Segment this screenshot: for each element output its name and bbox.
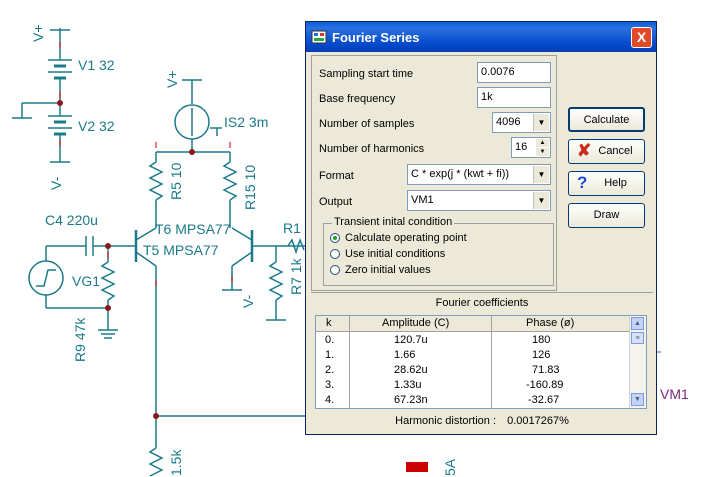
harmonic-distortion-line: Harmonic distortion : 0.0017267% [311, 415, 653, 427]
num-samples-value: 4096 [496, 116, 521, 128]
harmonic-distortion-value: 0.0017267% [507, 415, 569, 427]
cell-k: 3. [325, 379, 335, 391]
format-select[interactable]: C * exp(j * (kwt + fi)) ▼ [407, 164, 551, 185]
harmonic-distortion-label: Harmonic distortion : [395, 415, 497, 427]
chevron-down-icon: ▼ [533, 114, 549, 131]
fourier-series-dialog: Fourier Series X Sampling start time 0.0… [305, 21, 657, 435]
scroll-thumb[interactable]: ≡ [631, 332, 644, 344]
output-select[interactable]: VM1 ▼ [407, 190, 551, 211]
label-v1: V1 32 [78, 57, 115, 73]
label-v-plus-1: V+ [30, 24, 46, 42]
help-button-label: Help [604, 177, 627, 189]
help-button[interactable]: ? Help [568, 171, 645, 196]
radio-label: Zero initial values [345, 264, 431, 276]
radio-icon [330, 265, 340, 275]
num-harmonics-label: Number of harmonics [319, 143, 425, 155]
cell-phase: 71.83 [532, 364, 560, 376]
sampling-start-label: Sampling start time [319, 68, 414, 80]
output-value: VM1 [411, 194, 434, 206]
app-icon [311, 29, 327, 45]
label-r-bottom: 1.5k [168, 449, 184, 476]
num-harmonics-value: 16 [515, 141, 528, 153]
settings-panel: Sampling start time 0.0076 Base frequenc… [311, 55, 557, 291]
base-frequency-input[interactable]: 1k [477, 87, 551, 108]
cell-amplitude: 120.7u [394, 334, 428, 346]
help-question-icon: ? [577, 173, 588, 192]
cell-phase: 180 [532, 334, 551, 346]
transient-condition-group: Transient inital condition Calculate ope… [323, 216, 554, 286]
cell-phase: -32.67 [528, 394, 560, 406]
label-c4: C4 220u [45, 212, 98, 228]
label-r9: R9 47k [72, 317, 88, 362]
cell-phase: 126 [532, 349, 551, 361]
header-k: k [326, 317, 332, 329]
format-value: C * exp(j * (kwt + fi)) [411, 168, 510, 180]
radio-label: Calculate operating point [345, 232, 467, 244]
fourier-coefficients-title: Fourier coefficients [435, 297, 529, 309]
scroll-up-icon[interactable]: ▲ [631, 317, 644, 330]
column-divider [349, 316, 350, 408]
label-t6: T6 MPSA77 [155, 221, 231, 237]
chevron-down-icon: ▼ [533, 192, 549, 209]
label-v-minus-1: V- [48, 176, 64, 190]
label-v-plus-2: V+ [164, 70, 180, 88]
radio-selected-icon [330, 233, 340, 243]
label-bottom-partial: 5A [442, 458, 458, 476]
cell-amplitude: 28.62u [394, 364, 428, 376]
cell-k: 0. [325, 334, 335, 346]
output-label: Output [319, 196, 353, 208]
close-button[interactable]: X [631, 27, 652, 48]
calculate-button-label: Calculate [583, 114, 630, 126]
cell-k: 1. [325, 349, 335, 361]
label-vm1: VM1 [660, 386, 689, 402]
label-v2: V2 32 [78, 118, 115, 134]
format-label: Format [319, 170, 354, 182]
radio-icon [330, 249, 340, 259]
cell-amplitude: 1.66 [394, 349, 416, 361]
label-r7: R7 1k [288, 258, 304, 295]
close-icon: X [636, 29, 647, 45]
spin-up-icon[interactable]: ▲ [536, 139, 549, 147]
label-r1-partial: R1 [283, 220, 301, 236]
radio-label: Use initial conditions [345, 248, 446, 260]
fourier-coefficients-panel: Fourier coefficients k Amplitude (C) Pha… [311, 292, 653, 431]
label-r15: R15 10 [242, 164, 258, 210]
radio-use-initial-conditions[interactable]: Use initial conditions [330, 248, 445, 260]
cell-k: 2. [325, 364, 335, 376]
num-samples-select[interactable]: 4096 ▼ [492, 112, 551, 133]
label-r5: R5 10 [168, 162, 184, 200]
draw-button[interactable]: Draw [568, 203, 645, 228]
cell-k: 4. [325, 394, 335, 406]
sampling-start-input[interactable]: 0.0076 [477, 62, 551, 83]
transient-condition-title: Transient inital condition [332, 216, 455, 228]
cell-amplitude: 67.23n [394, 394, 428, 406]
label-vg1: VG1 [72, 273, 101, 289]
radio-zero-initial-values[interactable]: Zero initial values [330, 264, 431, 276]
label-v-minus-2: V- [240, 294, 256, 308]
chevron-down-icon: ▼ [533, 166, 549, 183]
header-amplitude: Amplitude (C) [382, 317, 450, 329]
table-header: k Amplitude (C) Phase (ø) [316, 316, 630, 332]
num-samples-label: Number of samples [319, 118, 415, 130]
dialog-title: Fourier Series [332, 30, 420, 45]
cancel-button[interactable]: ✘ Cancel [568, 139, 645, 164]
coefficients-table[interactable]: k Amplitude (C) Phase (ø) 0. 120.7u 180 … [315, 315, 647, 409]
num-harmonics-stepper[interactable]: 16 ▲ ▼ [511, 137, 551, 158]
cell-amplitude: 1.33u [394, 379, 422, 391]
calculate-button[interactable]: Calculate [568, 107, 645, 132]
radio-calculate-operating-point[interactable]: Calculate operating point [330, 232, 467, 244]
label-is2: IS2 3m [224, 114, 269, 130]
cancel-x-icon: ✘ [577, 141, 592, 160]
base-frequency-label: Base frequency [319, 93, 396, 105]
draw-button-label: Draw [593, 209, 620, 221]
scroll-down-icon[interactable]: ▼ [631, 393, 644, 406]
spin-down-icon[interactable]: ▼ [536, 148, 549, 156]
label-t5: T5 MPSA77 [143, 242, 219, 258]
column-divider [491, 316, 492, 408]
header-phase: Phase (ø) [526, 317, 575, 329]
dialog-titlebar[interactable]: Fourier Series X [306, 22, 656, 52]
cell-phase: -160.89 [526, 379, 564, 391]
table-scrollbar[interactable]: ▲ ≡ ▼ [629, 316, 646, 408]
